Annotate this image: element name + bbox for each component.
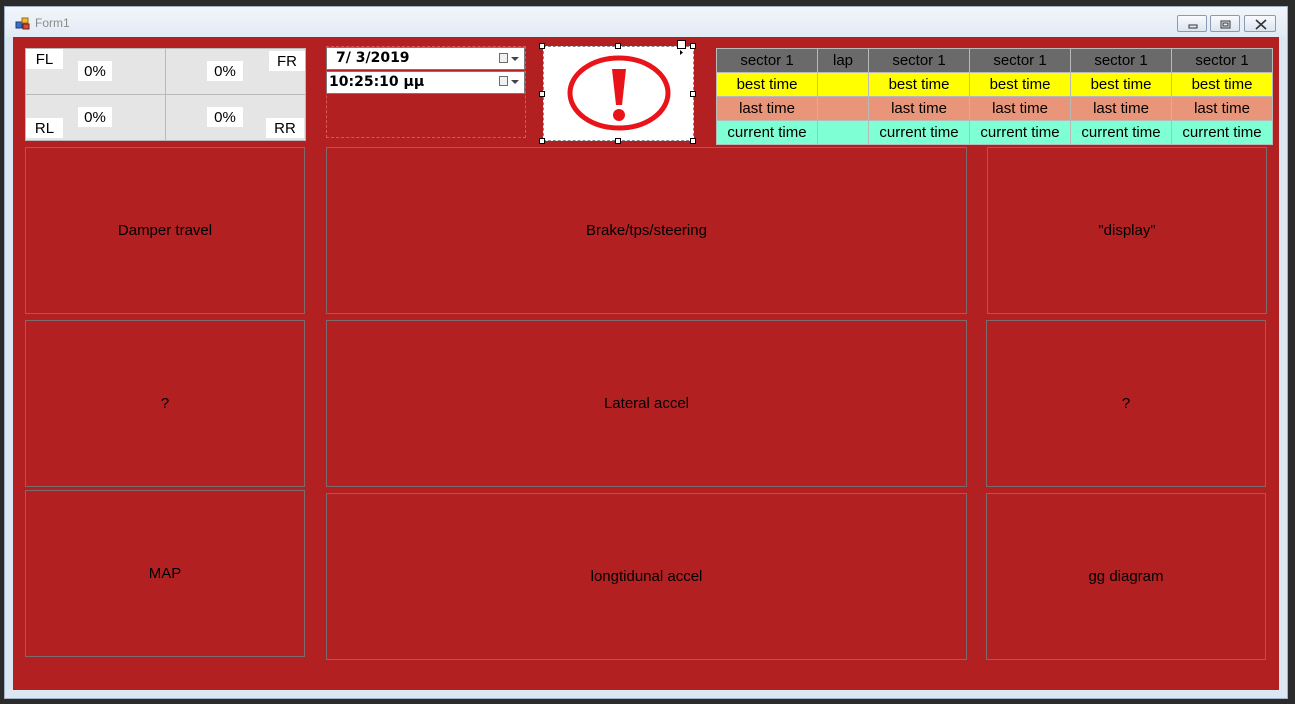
map-panel[interactable]: MAP: [25, 490, 305, 657]
close-button[interactable]: [1244, 15, 1276, 32]
last-time-cell: last time: [1070, 96, 1172, 121]
header-cell: sector 1: [716, 48, 818, 73]
current-time-row: current time current time current time c…: [716, 120, 1273, 145]
header-cell: sector 1: [868, 48, 970, 73]
current-time-cell: [817, 120, 869, 145]
best-time-cell: best time: [868, 72, 970, 97]
chevron-down-icon[interactable]: [511, 80, 519, 84]
brake-tps-steering-panel[interactable]: Brake/tps/steering: [326, 147, 967, 314]
panel-label: longtidunal accel: [590, 568, 703, 585]
tyre-value-fl: 0%: [78, 61, 112, 81]
calendar-icon[interactable]: [499, 53, 508, 63]
damper-travel-panel[interactable]: Damper travel: [25, 147, 305, 314]
gg-diagram-panel[interactable]: gg diagram: [986, 493, 1266, 660]
best-time-cell: [817, 72, 869, 97]
tyre-value-fr: 0%: [207, 61, 243, 81]
right-middle-panel[interactable]: ?: [986, 320, 1266, 487]
best-time-row: best time best time best time best time …: [716, 72, 1273, 97]
panel-label: "display": [1098, 222, 1156, 239]
date-picker[interactable]: 7/ 3/2019: [326, 47, 525, 70]
tyre-value-rl: 0%: [78, 107, 112, 127]
close-icon: [1255, 19, 1267, 30]
panel-label: MAP: [148, 565, 182, 582]
header-cell: sector 1: [1171, 48, 1273, 73]
current-time-cell: current time: [716, 120, 818, 145]
header-cell: sector 1: [1070, 48, 1172, 73]
minimize-button[interactable]: [1177, 15, 1207, 32]
restore-icon: [1220, 20, 1231, 29]
last-time-cell: last time: [868, 96, 970, 121]
panel-label: Damper travel: [117, 222, 213, 239]
timing-header-row: sector 1 lap sector 1 sector 1 sector 1 …: [716, 48, 1273, 73]
display-panel[interactable]: "display": [987, 147, 1267, 314]
tyre-label-fl: FL: [26, 49, 63, 69]
left-middle-panel[interactable]: ?: [25, 320, 305, 487]
best-time-cell: best time: [969, 72, 1071, 97]
resize-handle[interactable]: [690, 43, 696, 49]
app-icon: [15, 16, 31, 30]
exclamation-icon: [567, 55, 671, 131]
tyre-label-fr: FR: [269, 51, 305, 71]
minimize-icon: [1188, 24, 1198, 29]
warning-picturebox[interactable]: [543, 46, 694, 141]
window-title: Form1: [35, 16, 70, 30]
panel-label: ?: [160, 395, 170, 412]
last-time-cell: [817, 96, 869, 121]
best-time-cell: best time: [1171, 72, 1273, 97]
best-time-cell: best time: [716, 72, 818, 97]
chevron-down-icon[interactable]: [511, 57, 519, 61]
resize-handle[interactable]: [615, 43, 621, 49]
resize-handle[interactable]: [615, 138, 621, 144]
resize-handle[interactable]: [690, 138, 696, 144]
panel-label: Brake/tps/steering: [586, 222, 707, 239]
best-time-cell: best time: [1070, 72, 1172, 97]
header-cell: lap: [817, 48, 869, 73]
timing-table: sector 1 lap sector 1 sector 1 sector 1 …: [716, 48, 1273, 145]
current-time-cell: current time: [1171, 120, 1273, 145]
header-cell: sector 1: [969, 48, 1071, 73]
panel-label: ?: [1121, 395, 1131, 412]
tyre-value-rr: 0%: [207, 107, 243, 127]
resize-handle[interactable]: [690, 91, 696, 97]
smart-tag-icon[interactable]: [677, 40, 686, 55]
current-time-cell: current time: [868, 120, 970, 145]
longitudinal-accel-panel[interactable]: longtidunal accel: [326, 493, 967, 660]
calendar-icon[interactable]: [499, 76, 508, 86]
lateral-accel-panel[interactable]: Lateral accel: [326, 320, 967, 487]
current-time-cell: current time: [1070, 120, 1172, 145]
time-picker[interactable]: 10:25:10 μμ: [326, 71, 525, 94]
current-time-cell: current time: [969, 120, 1071, 145]
resize-handle[interactable]: [539, 138, 545, 144]
last-time-cell: last time: [969, 96, 1071, 121]
last-time-row: last time last time last time last time …: [716, 96, 1273, 121]
time-value: 10:25:10 μμ: [329, 74, 425, 90]
resize-handle[interactable]: [539, 91, 545, 97]
panel-label: Lateral accel: [603, 395, 690, 412]
restore-button[interactable]: [1210, 15, 1240, 32]
resize-handle[interactable]: [539, 43, 545, 49]
last-time-cell: last time: [716, 96, 818, 121]
date-value: 7/ 3/2019: [336, 50, 410, 66]
tyre-label-rl: RL: [26, 118, 63, 138]
panel-label: gg diagram: [1088, 568, 1164, 585]
last-time-cell: last time: [1171, 96, 1273, 121]
title-bar[interactable]: [5, 7, 1287, 37]
tyre-label-rr: RR: [266, 118, 304, 138]
